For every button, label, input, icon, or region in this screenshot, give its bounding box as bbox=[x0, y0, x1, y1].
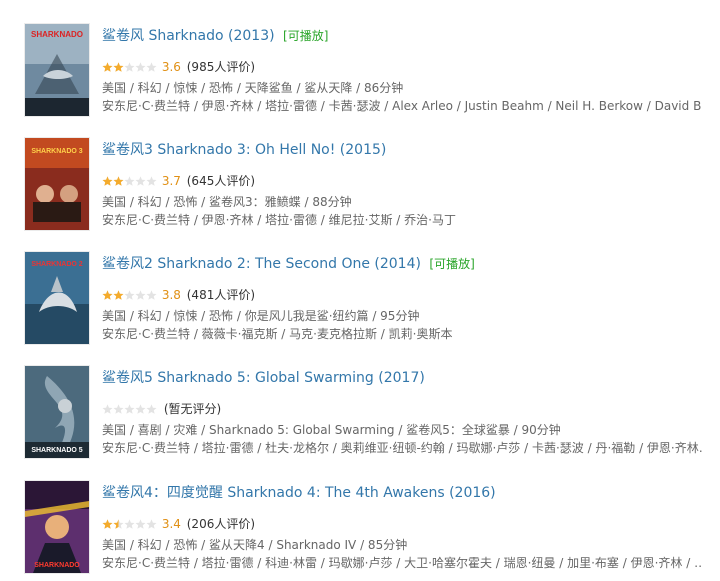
movie-cast: 安东尼·C·费兰特 / 伊恩·齐林 / 塔拉·雷德 / 维尼拉·艾斯 / 乔治·… bbox=[102, 213, 456, 227]
poster-image: SHARKNADO 5 bbox=[25, 366, 89, 458]
list-item: SHARKNADO 鲨卷风 Sharknado (2013) [可播放] 3.6… bbox=[0, 24, 720, 124]
rating-stars bbox=[102, 62, 157, 73]
star-icon bbox=[135, 404, 146, 414]
rating-stars bbox=[102, 404, 157, 415]
star-icon bbox=[113, 176, 124, 186]
rating-stars bbox=[102, 176, 157, 187]
list-item: SHARKNADO 2 鲨卷风2 Sharknado 2: The Second… bbox=[0, 252, 720, 352]
movie-poster[interactable]: SHARKNADO 3 bbox=[25, 138, 89, 230]
star-icon bbox=[146, 404, 157, 414]
star-icon bbox=[135, 62, 146, 72]
star-icon bbox=[146, 62, 157, 72]
movie-title-link[interactable]: 鲨卷风3 Sharknado 3: Oh Hell No! (2015) bbox=[102, 142, 386, 158]
list-item: SHARKNADO 3 鲨卷风3 Sharknado 3: Oh Hell No… bbox=[0, 138, 720, 238]
playable-badge[interactable]: [可播放] bbox=[283, 29, 328, 43]
movie-title-link[interactable]: 鲨卷风5 Sharknado 5: Global Swarming (2017) bbox=[102, 370, 425, 386]
star-icon bbox=[124, 176, 135, 186]
movie-poster[interactable]: SHARKNADO 5 bbox=[25, 366, 89, 458]
star-icon bbox=[113, 404, 124, 414]
rating-count[interactable]: (206人评价) bbox=[187, 517, 255, 531]
search-results-list: SHARKNADO 鲨卷风 Sharknado (2013) [可播放] 3.6… bbox=[0, 0, 720, 581]
star-icon bbox=[124, 290, 135, 300]
star-icon bbox=[102, 62, 113, 72]
star-icon bbox=[102, 404, 113, 414]
poster-title-text: SHARKNADO 2 bbox=[31, 261, 82, 268]
movie-poster[interactable]: SHARKNADO 2 bbox=[25, 252, 89, 344]
star-icon bbox=[124, 519, 135, 529]
star-icon bbox=[124, 404, 135, 414]
rating-count[interactable]: (暂无评分) bbox=[164, 402, 221, 416]
star-icon bbox=[135, 176, 146, 186]
poster-title-text: SHARKNADO 5 bbox=[31, 447, 82, 454]
star-icon bbox=[135, 290, 146, 300]
rating-count[interactable]: (645人评价) bbox=[187, 174, 255, 188]
movie-cast: 安东尼·C·费兰特 / 塔拉·雷德 / 杜夫·龙格尔 / 奥莉维亚·纽顿-约翰 … bbox=[102, 441, 702, 455]
star-icon bbox=[113, 519, 124, 529]
movie-cast: 安东尼·C·费兰特 / 薇薇卡·福克斯 / 马克·麦克格拉斯 / 凯莉·奥斯本 bbox=[102, 327, 453, 341]
movie-title-link[interactable]: 鲨卷风2 Sharknado 2: The Second One (2014) bbox=[102, 256, 421, 272]
poster-image: SHARKNADO bbox=[25, 24, 89, 116]
star-icon bbox=[113, 290, 124, 300]
rating-score: 3.4 bbox=[161, 517, 181, 531]
movie-genres: 美国 / 科幻 / 惊悚 / 恐怖 / 你是风儿我是鲨·纽约篇 / 95分钟 bbox=[102, 309, 420, 323]
rating-score: 3.7 bbox=[161, 174, 181, 188]
movie-genres: 美国 / 科幻 / 惊悚 / 恐怖 / 天降鲨鱼 / 鲨从天降 / 86分钟 bbox=[102, 81, 404, 95]
rating-score: 3.8 bbox=[161, 288, 181, 302]
star-icon bbox=[146, 176, 157, 186]
rating-count[interactable]: (481人评价) bbox=[187, 288, 255, 302]
rating-count[interactable]: (985人评价) bbox=[187, 60, 255, 74]
star-icon bbox=[146, 290, 157, 300]
poster-title-text: SHARKNADO bbox=[31, 30, 83, 39]
movie-title-link[interactable]: 鲨卷风 Sharknado (2013) bbox=[102, 28, 275, 44]
poster-title-text: SHARKNADO bbox=[34, 562, 80, 569]
movie-cast: 安东尼·C·费兰特 / 伊恩·齐林 / 塔拉·雷德 / 卡茜·瑟波 / Alex… bbox=[102, 99, 702, 113]
star-icon bbox=[102, 176, 113, 186]
movie-genres: 美国 / 喜剧 / 灾难 / Sharknado 5: Global Swarm… bbox=[102, 423, 561, 437]
list-item: SHARKNADO 鲨卷风4：四度觉醒 Sharknado 4: The 4th… bbox=[0, 481, 720, 581]
poster-title-text: SHARKNADO 3 bbox=[31, 148, 82, 155]
playable-badge[interactable]: [可播放] bbox=[429, 257, 474, 271]
star-icon bbox=[102, 519, 113, 529]
movie-genres: 美国 / 科幻 / 恐怖 / 鲨卷风3：雅鲼蝶 / 88分钟 bbox=[102, 195, 352, 209]
poster-image: SHARKNADO bbox=[25, 481, 89, 573]
poster-image: SHARKNADO 2 bbox=[25, 252, 89, 344]
star-icon bbox=[135, 519, 146, 529]
star-icon bbox=[124, 62, 135, 72]
rating-score: 3.6 bbox=[161, 60, 181, 74]
movie-poster[interactable]: SHARKNADO bbox=[25, 24, 89, 116]
star-icon bbox=[146, 519, 157, 529]
poster-image: SHARKNADO 3 bbox=[25, 138, 89, 230]
movie-genres: 美国 / 科幻 / 恐怖 / 鲨从天降4 / Sharknado IV / 85… bbox=[102, 538, 408, 552]
star-icon bbox=[113, 62, 124, 72]
movie-cast: 安东尼·C·费兰特 / 塔拉·雷德 / 科迪·林雷 / 玛歇娜·卢莎 / 大卫·… bbox=[102, 556, 702, 570]
rating-stars bbox=[102, 519, 157, 530]
list-item: SHARKNADO 5 鲨卷风5 Sharknado 5: Global Swa… bbox=[0, 366, 720, 466]
movie-title-link[interactable]: 鲨卷风4：四度觉醒 Sharknado 4: The 4th Awakens (… bbox=[102, 485, 496, 501]
star-icon bbox=[102, 290, 113, 300]
rating-stars bbox=[102, 290, 157, 301]
movie-poster[interactable]: SHARKNADO bbox=[25, 481, 89, 573]
